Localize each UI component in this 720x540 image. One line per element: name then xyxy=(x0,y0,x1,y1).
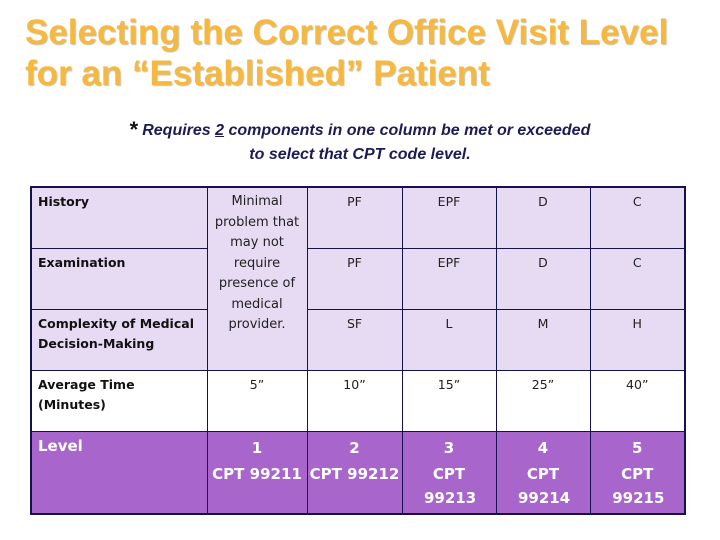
note-part-1: Requires xyxy=(142,122,216,139)
cpt-code: CPT 99215 xyxy=(612,464,665,507)
row-label-examination: Examination xyxy=(30,247,208,310)
title-line-2: for an “Established” Patient xyxy=(25,54,490,93)
cpt-code: CPT 99211 xyxy=(212,464,302,483)
row-label-history: History xyxy=(30,186,208,249)
table-cell: H xyxy=(589,308,686,371)
visit-level-table: History Minimal problem that may not req… xyxy=(30,186,686,515)
table-row-history: History Minimal problem that may not req… xyxy=(30,186,686,371)
level-cell: 3 CPT 99213 xyxy=(401,430,497,515)
table-cell: C xyxy=(589,247,686,310)
table-cell: PF xyxy=(306,247,403,310)
requirement-note: * Requires 2 components in one column be … xyxy=(0,118,720,167)
title-line-1: Selecting the Correct Office Visit Level xyxy=(25,13,669,52)
level-cell: 1 CPT 99211 xyxy=(206,430,308,515)
table-cell: 5” xyxy=(206,369,308,432)
level-cell: 4 CPT 99214 xyxy=(495,430,591,515)
asterisk-icon: * xyxy=(129,117,139,142)
note-underlined-count: 2 xyxy=(215,122,225,139)
row-label-complexity: Complexity of Medical Decision-Making xyxy=(30,308,208,371)
level-number: 5 xyxy=(632,438,643,457)
table-cell: SF xyxy=(306,308,403,371)
level1-description: Minimal problem that may not require pre… xyxy=(206,186,308,371)
level-number: 4 xyxy=(537,438,549,457)
table-row-average-time: Average Time (Minutes) 5” 10” 15” 25” 40… xyxy=(30,369,686,432)
table-cell: C xyxy=(589,186,686,249)
table-cell: PF xyxy=(306,186,403,249)
level-cell: 2 CPT 99212 xyxy=(306,430,403,515)
row-label-level: Level xyxy=(30,430,208,515)
table-cell: L xyxy=(401,308,497,371)
table-cell: EPF xyxy=(401,247,497,310)
row-label-average-time: Average Time (Minutes) xyxy=(30,369,208,432)
table-row-examination: Examination PF EPF D C xyxy=(30,247,686,310)
table-cell: 25” xyxy=(495,369,591,432)
table-cell: EPF xyxy=(401,186,497,249)
table-cell: D xyxy=(495,186,591,249)
table-cell: 10” xyxy=(306,369,403,432)
level1-description-text: Minimal problem that may not require pre… xyxy=(214,194,300,332)
level-number: 2 xyxy=(349,438,360,457)
table-cell: 15” xyxy=(401,369,497,432)
cpt-code: CPT 99213 xyxy=(424,464,477,507)
note-part-2: components in one column be met or excee… xyxy=(224,122,591,139)
table-row-complexity: Complexity of Medical Decision-Making SF… xyxy=(30,308,686,371)
note-line-2: to select that CPT code level. xyxy=(249,146,471,163)
table-row-level: Level 1 CPT 99211 2 CPT 99212 3 CPT 99213 4… xyxy=(30,430,686,515)
cpt-code: CPT 99212 xyxy=(309,464,400,483)
cpt-code: CPT 99214 xyxy=(518,464,571,507)
table-cell: 40” xyxy=(589,369,686,432)
level-number: 3 xyxy=(443,438,455,457)
level-cell: 5 CPT 99215 xyxy=(589,430,686,515)
page-title: Selecting the Correct Office Visit Level… xyxy=(25,12,715,94)
table-cell: D xyxy=(495,247,591,310)
level-number: 1 xyxy=(251,438,263,457)
table-cell: M xyxy=(495,308,591,371)
